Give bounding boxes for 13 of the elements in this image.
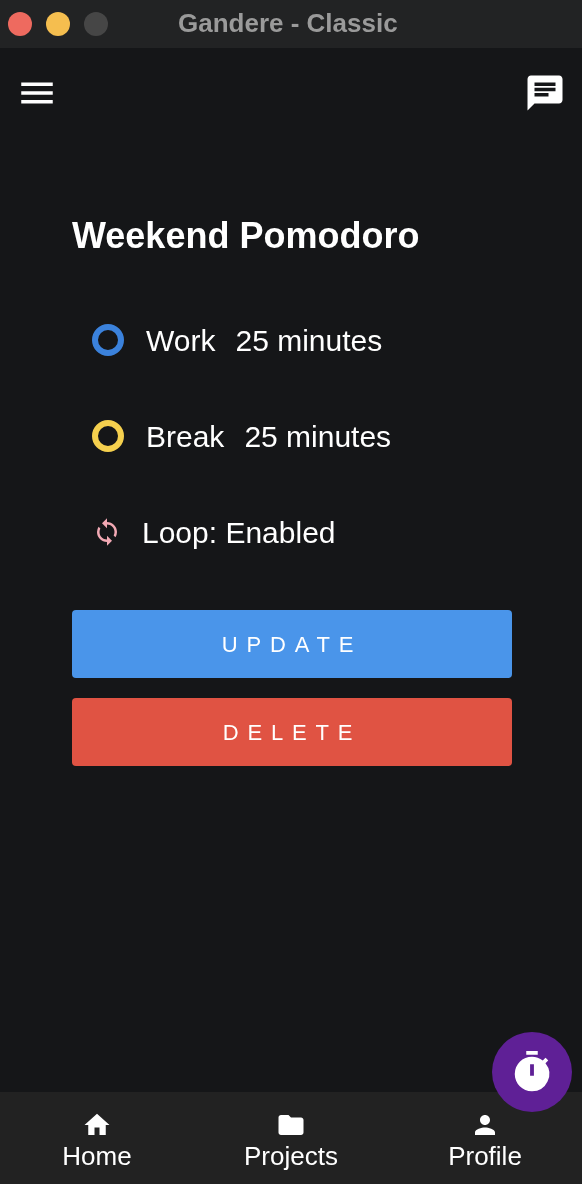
delete-button[interactable]: DELETE <box>72 698 512 766</box>
phase-label: Break <box>146 418 225 455</box>
close-button[interactable] <box>8 12 32 36</box>
window-title: Gandere - Classic <box>178 7 398 40</box>
nav-tab[interactable]: Projects <box>194 1092 388 1184</box>
minimize-button[interactable] <box>46 12 70 36</box>
phase-label: Work <box>146 322 216 359</box>
nav-tab[interactable]: Home <box>0 1092 194 1184</box>
nav-tab[interactable]: Profile <box>388 1092 582 1184</box>
page-title: Weekend Pomodoro <box>72 214 421 258</box>
phase-duration: 25 minutes <box>244 418 392 455</box>
loop-status: Loop: Enabled <box>142 514 336 551</box>
phase-duration: 25 minutes <box>235 322 383 359</box>
